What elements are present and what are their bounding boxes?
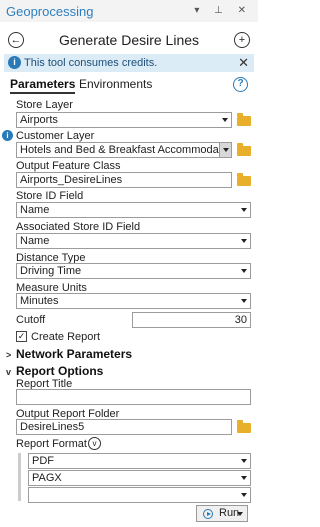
folder-icon[interactable] [237, 143, 251, 156]
add-icon[interactable]: + [234, 32, 250, 48]
customer-layer-select[interactable]: Hotels and Bed & Breakfast Accommodation [16, 142, 232, 158]
chevron-down-icon [241, 269, 247, 273]
chevron-down-icon [241, 493, 247, 497]
chevron-down-icon [241, 299, 247, 303]
network-parameters-title: Network Parameters [16, 347, 133, 361]
chevron-down-icon[interactable]: v [88, 437, 101, 450]
tab-environments[interactable]: Environments [79, 77, 152, 91]
help-icon[interactable]: ? [233, 77, 248, 92]
report-format-label: Report Format [16, 438, 87, 450]
pane-title: Geoprocessing [6, 4, 94, 19]
distance-type-select[interactable]: Driving Time [16, 263, 251, 279]
tab-parameters[interactable]: Parameters [10, 77, 76, 94]
chevron-down-icon [237, 512, 243, 516]
create-report-label: Create Report [31, 331, 101, 343]
output-feature-class-value: Airports_DesireLines [20, 174, 123, 186]
chevron-down-icon: v [6, 367, 12, 377]
chevron-right-icon: > [6, 350, 12, 360]
report-options-title: Report Options [16, 364, 104, 378]
assoc-store-id-field-value: Name [20, 235, 50, 247]
measure-units-value: Minutes [20, 295, 59, 307]
folder-icon[interactable] [237, 420, 251, 433]
close-icon[interactable]: ✕ [238, 55, 249, 71]
chevron-down-icon [223, 148, 229, 152]
report-format-select[interactable] [28, 487, 251, 503]
store-layer-select[interactable]: Airports [16, 112, 232, 128]
cutoff-label: Cutoff [16, 314, 46, 326]
cutoff-input[interactable]: 30 [132, 312, 251, 328]
output-report-folder-value: DesireLines5 [20, 421, 85, 433]
pane-titlebar: Geoprocessing ▾ ⊥ ✕ [0, 0, 258, 22]
store-layer-value: Airports [20, 114, 58, 126]
folder-icon[interactable] [237, 173, 251, 186]
chevron-down-icon [241, 239, 247, 243]
chevron-down-icon [241, 459, 247, 463]
store-id-field-select[interactable]: Name [16, 202, 251, 218]
chevron-down-icon [222, 118, 228, 122]
tool-title: Generate Desire Lines [58, 32, 200, 48]
chevron-down-icon [241, 208, 247, 212]
credits-banner: i This tool consumes credits. ✕ [4, 54, 254, 72]
customer-layer-label: Customer Layer [16, 130, 95, 142]
assoc-store-id-field-select[interactable]: Name [16, 233, 251, 249]
store-id-field-value: Name [20, 204, 50, 216]
network-parameters-section[interactable]: > Network Parameters [6, 347, 132, 361]
distance-type-value: Driving Time [20, 265, 82, 277]
credits-message: This tool consumes credits. [24, 57, 158, 69]
assoc-store-id-field-label: Associated Store ID Field [16, 221, 141, 233]
format-list-rail [18, 453, 21, 501]
store-id-field-label: Store ID Field [16, 190, 84, 202]
measure-units-select[interactable]: Minutes [16, 293, 251, 309]
pane-window-controls[interactable]: ▾ ⊥ ✕ [194, 5, 252, 16]
report-options-section[interactable]: v Report Options [6, 364, 103, 378]
info-icon: i [8, 56, 21, 69]
info-icon: i [2, 130, 13, 141]
chevron-down-icon [241, 476, 247, 480]
cutoff-value: 30 [234, 314, 247, 326]
folder-icon[interactable] [237, 113, 251, 126]
customer-layer-value: Hotels and Bed & Breakfast Accommodation [20, 144, 232, 156]
report-format-value: PDF [32, 455, 54, 467]
play-icon [203, 509, 213, 519]
dropdown-button[interactable] [219, 143, 231, 157]
report-format-select[interactable]: PAGX [28, 470, 251, 486]
report-title-input[interactable] [16, 389, 251, 405]
report-format-value: PAGX [32, 472, 62, 484]
output-feature-class-input[interactable]: Airports_DesireLines [16, 172, 232, 188]
output-feature-class-label: Output Feature Class [16, 160, 121, 172]
store-layer-label: Store Layer [16, 99, 73, 111]
run-button[interactable]: Run [196, 505, 248, 522]
report-format-select[interactable]: PDF [28, 453, 251, 469]
create-report-checkbox[interactable]: ✓ [16, 331, 27, 342]
output-report-folder-input[interactable]: DesireLines5 [16, 419, 232, 435]
